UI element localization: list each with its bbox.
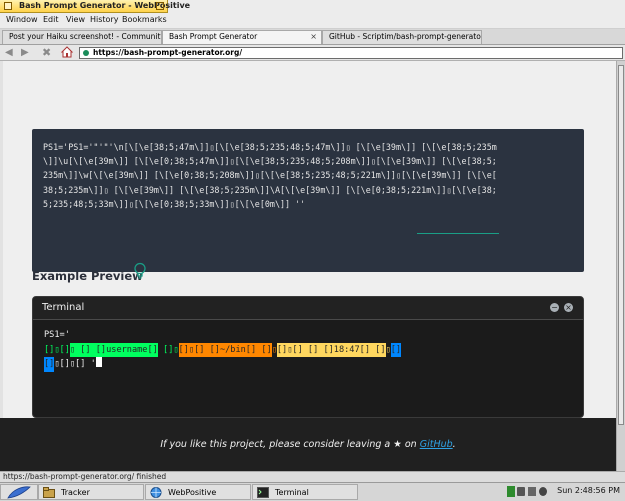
prompt-segment-blue: [] <box>44 357 55 372</box>
page: PS1='PS1='"'"'\n[\[\e[38;5;47m\]]▯[\[\e[… <box>0 61 616 471</box>
menu-view[interactable]: View <box>66 15 85 24</box>
tab-bar: Post your Haiku screenshot! - Community … <box>0 29 625 45</box>
tab-close-icon[interactable]: × <box>310 32 317 41</box>
footer-message: If you like this project, please conside… <box>0 439 616 450</box>
deskbar-tracker-label: Tracker <box>61 488 90 497</box>
window-close-button[interactable] <box>4 2 12 10</box>
terminal-title: Terminal <box>42 302 85 313</box>
deskbar: Tracker WebPositive Terminal Sun 2:48:56… <box>0 482 625 501</box>
menu-window[interactable]: Window <box>6 15 38 24</box>
process-monitor-icon[interactable] <box>507 486 515 497</box>
page-left-margin <box>0 61 3 471</box>
url-input[interactable]: https://bash-prompt-generator.org/ <box>79 47 623 59</box>
terminal-output: PS1=' []▯[]▯ [] []username[] []▯[]▯[] []… <box>44 328 402 372</box>
tab-label: Post your Haiku screenshot! - Community … <box>9 32 162 41</box>
menu-edit[interactable]: Edit <box>43 15 59 24</box>
deskbar-webpositive-label: WebPositive <box>168 488 217 497</box>
footer-text-on: on <box>404 439 417 450</box>
home-icon[interactable] <box>60 46 74 61</box>
stop-icon[interactable]: ✖ <box>42 47 51 58</box>
prompt-segment-path: []▯[] []~/bin[] [] <box>178 342 272 357</box>
prompt-segment-username: ▯ [] []username[] <box>69 342 158 357</box>
navigation-bar: ◀ ▶ ✖ https://bash-prompt-generator.org/ <box>0 45 625 61</box>
network-icon[interactable] <box>517 487 525 496</box>
terminal-header: Terminal − × <box>33 297 583 320</box>
menu-bar: Window Edit View History Bookmarks <box>0 13 625 29</box>
haiku-leaf-icon <box>7 486 31 499</box>
window-title-tab[interactable]: Bash Prompt Generator - WebPositive <box>0 0 190 13</box>
volume-icon[interactable] <box>539 487 547 496</box>
prompt-segment-end: [] <box>390 342 402 357</box>
deskbar-webpositive[interactable]: WebPositive <box>145 484 251 500</box>
deskbar-clock[interactable]: Sun 2:48:56 PM <box>557 486 620 495</box>
page-content: PS1='PS1='"'"'\n[\[\e[38;5;47m\]]▯[\[\e[… <box>0 61 616 471</box>
tab-label: GitHub - Scriptim/bash-prompt-generator.… <box>329 32 482 41</box>
url-text: https://bash-prompt-generator.org/ <box>93 48 243 57</box>
menu-history[interactable]: History <box>90 15 118 24</box>
tab-label: Bash Prompt Generator <box>169 32 258 41</box>
prompt-separator-1: []▯ <box>157 344 179 355</box>
example-preview-heading: Example Preview <box>32 269 143 283</box>
tab-bash-prompt-generator[interactable]: Bash Prompt Generator × <box>162 30 322 44</box>
menu-bookmarks[interactable]: Bookmarks <box>122 15 167 24</box>
window-title: Bash Prompt Generator - WebPositive <box>19 1 191 10</box>
page-footer: If you like this project, please conside… <box>0 418 616 471</box>
tab-haiku-screenshot[interactable]: Post your Haiku screenshot! - Community … <box>2 30 162 44</box>
footer-text-before: If you like this project, please conside… <box>160 439 391 450</box>
webpositive-icon <box>150 487 162 498</box>
scrollbar-thumb[interactable] <box>618 65 624 425</box>
back-arrow-icon[interactable]: ◀ <box>5 47 13 58</box>
window-zoom-button[interactable] <box>156 2 164 10</box>
minimize-icon[interactable]: − <box>550 303 559 312</box>
deskbar-tracker[interactable]: Tracker <box>38 484 144 500</box>
terminal-line-1: PS1=' <box>44 330 70 340</box>
tracker-folder-icon <box>43 487 55 498</box>
tray-icons <box>507 486 557 497</box>
github-link[interactable]: GitHub <box>420 439 453 450</box>
forward-arrow-icon[interactable]: ▶ <box>21 47 29 58</box>
vertical-scrollbar[interactable] <box>616 61 625 471</box>
lightbulb-icon <box>133 262 147 282</box>
status-text: https://bash-prompt-generator.org/ finis… <box>3 472 167 481</box>
clipboard-icon[interactable] <box>528 487 536 496</box>
tab-github[interactable]: GitHub - Scriptim/bash-prompt-generator.… <box>322 30 482 44</box>
deskbar-terminal[interactable]: Terminal <box>252 484 358 500</box>
section-underline <box>417 233 499 234</box>
generated-ps1-code[interactable]: PS1='PS1='"'"'\n[\[\e[38;5;47m\]]▯[\[\e[… <box>43 140 575 211</box>
terminal-cursor <box>95 357 102 367</box>
window-titlebar: Bash Prompt Generator - WebPositive <box>0 0 625 13</box>
generated-code-block: PS1='PS1='"'"'\n[\[\e[38;5;47m\]]▯[\[\e[… <box>32 129 584 272</box>
star-icon: ★ <box>393 439 402 450</box>
deskbar-terminal-label: Terminal <box>275 488 309 497</box>
leaf-menu-button[interactable] <box>0 484 38 500</box>
prompt-segment-open: []▯[] <box>44 344 70 355</box>
terminal-app-icon <box>257 487 269 498</box>
prompt-tail: ▯[]▯[] ' <box>54 359 96 369</box>
close-icon[interactable]: × <box>564 303 573 312</box>
terminal-preview: Terminal − × PS1=' []▯[]▯ [] []username[… <box>32 296 584 418</box>
footer-text-after: . <box>452 439 456 450</box>
secure-site-icon <box>83 50 89 56</box>
prompt-segment-time: []▯[] [] []18:47[] [] <box>276 342 386 357</box>
